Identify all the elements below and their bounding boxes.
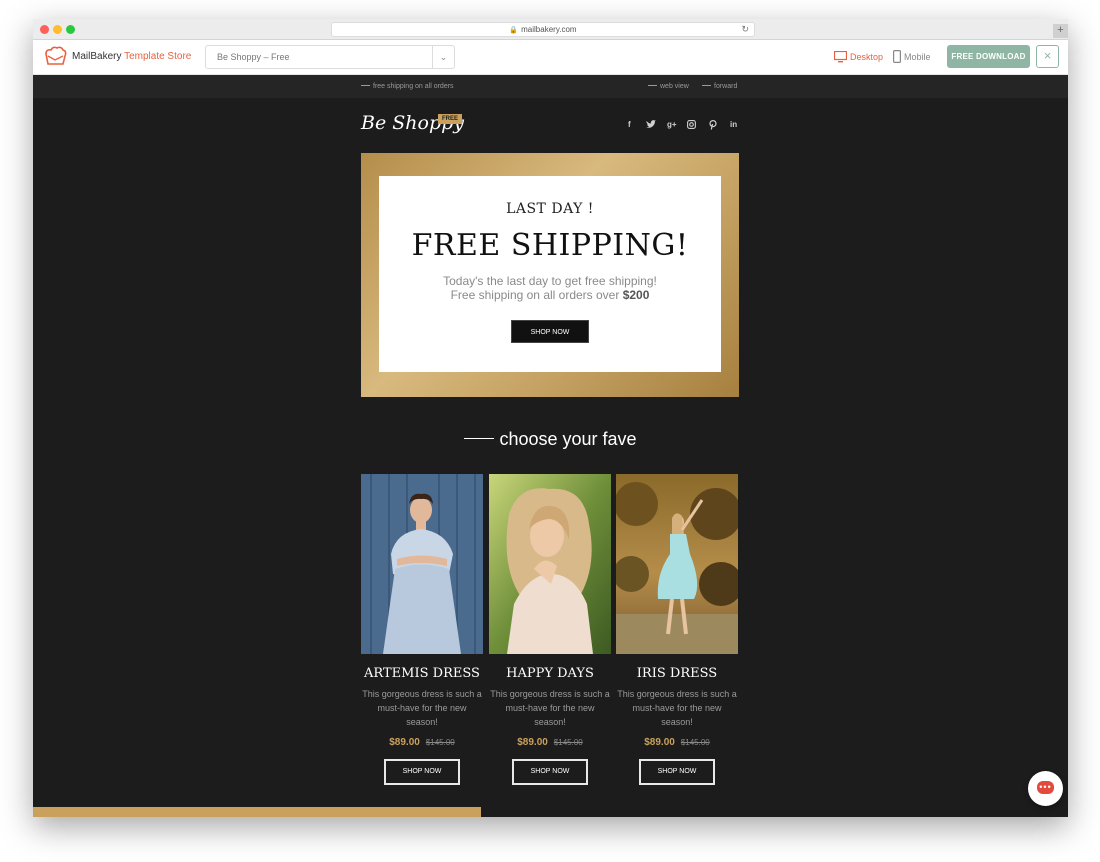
product-photo-iris[interactable] [616, 474, 738, 654]
facebook-icon[interactable]: f [628, 120, 631, 129]
desktop-icon [833, 50, 848, 63]
brand-title[interactable]: MailBakery Template Store [72, 51, 191, 62]
instagram-icon[interactable] [687, 120, 696, 131]
preheader-shipping: free shipping on all orders [361, 82, 454, 91]
desktop-label: Desktop [850, 52, 884, 62]
product-description: This gorgeous dress is such a must-have … [362, 689, 482, 727]
hero-banner: LAST DAY ! FREE SHIPPING! Today's the la… [361, 153, 739, 397]
browser-window: 🔒 mailbakery.com ↻ + MailBakery Template … [33, 19, 1068, 817]
free-badge: FREE [438, 114, 463, 124]
new-tab-button[interactable]: + [1053, 24, 1068, 38]
product-photo-artemis[interactable] [361, 474, 483, 654]
mobile-label: Mobile [904, 52, 931, 62]
product-shop-now-button[interactable]: SHOP NOW [384, 759, 460, 785]
product-price: $89.00 $145.00 [644, 737, 710, 748]
chat-widget-button[interactable]: ••• [1028, 771, 1063, 806]
mobile-icon [893, 50, 902, 64]
bottom-accent-bar [33, 807, 481, 817]
product-shop-now-button[interactable]: SHOP NOW [639, 759, 715, 785]
product-shop-now-button[interactable]: SHOP NOW [512, 759, 588, 785]
close-window-button[interactable] [40, 25, 49, 34]
hero-title: FREE SHIPPING! [411, 228, 689, 263]
twitter-icon[interactable] [646, 120, 656, 131]
product-name: IRIS DRESS [636, 666, 718, 681]
product-price: $89.00 $145.00 [389, 737, 455, 748]
product-description: This gorgeous dress is such a must-have … [617, 689, 737, 727]
pinterest-icon[interactable] [709, 119, 717, 132]
maximize-window-button[interactable] [66, 25, 75, 34]
minimize-window-button[interactable] [53, 25, 62, 34]
brand-store-label: Template Store [124, 51, 192, 62]
email-body: Be Shoppy FREE f g+ in LAST DAY ! FREE S… [33, 98, 1068, 817]
email-preheader: free shipping on all orders web view for… [33, 75, 1068, 98]
mailbakery-logo-icon[interactable] [43, 46, 67, 67]
product-photo-happy-days[interactable] [489, 474, 611, 654]
hero-shop-now-button[interactable]: SHOP NOW [511, 320, 589, 343]
title-bar: 🔒 mailbakery.com ↻ + [33, 19, 1068, 40]
mobile-view-button[interactable]: Mobile [893, 50, 931, 64]
hero-description: Today's the last day to get free shippin… [443, 274, 657, 302]
google-plus-icon[interactable]: g+ [667, 120, 677, 129]
desktop-view-button[interactable]: Desktop [833, 50, 884, 64]
product-price: $89.00 $145.00 [517, 737, 583, 748]
close-icon[interactable]: × [1036, 45, 1059, 68]
product-name: HAPPY DAYS [506, 666, 594, 681]
free-download-button[interactable]: FREE DOWNLOAD [947, 45, 1030, 68]
hero-subtitle: LAST DAY ! [506, 201, 594, 217]
lock-icon: 🔒 [509, 27, 519, 34]
address-bar[interactable]: 🔒 mailbakery.com ↻ [331, 22, 755, 37]
product-name: ARTEMIS DRESS [364, 666, 480, 681]
section-title: choose your fave [33, 429, 1068, 450]
product-description: This gorgeous dress is such a must-have … [490, 689, 610, 727]
product-card-happy-days: HAPPY DAYS This gorgeous dress is such a… [489, 474, 611, 785]
forward-link[interactable]: forward [702, 82, 737, 91]
web-view-link[interactable]: web view [648, 82, 689, 91]
linkedin-icon[interactable]: in [730, 120, 737, 129]
store-toolbar: MailBakery Template Store Be Shoppy – Fr… [33, 40, 1068, 75]
hero-card: LAST DAY ! FREE SHIPPING! Today's the la… [379, 176, 721, 372]
product-card-iris: IRIS DRESS This gorgeous dress is such a… [616, 474, 738, 785]
product-card-artemis: ARTEMIS DRESS This gorgeous dress is suc… [361, 474, 483, 785]
url-text: mailbakery.com [521, 25, 577, 34]
template-select[interactable]: Be Shoppy – Free ⌄ [205, 45, 455, 69]
template-select-value: Be Shoppy – Free [217, 52, 290, 62]
chat-dots: ••• [1039, 782, 1052, 792]
chevron-down-icon[interactable]: ⌄ [432, 46, 454, 68]
brand-name: MailBakery [72, 51, 122, 62]
reload-icon[interactable]: ↻ [741, 23, 749, 36]
